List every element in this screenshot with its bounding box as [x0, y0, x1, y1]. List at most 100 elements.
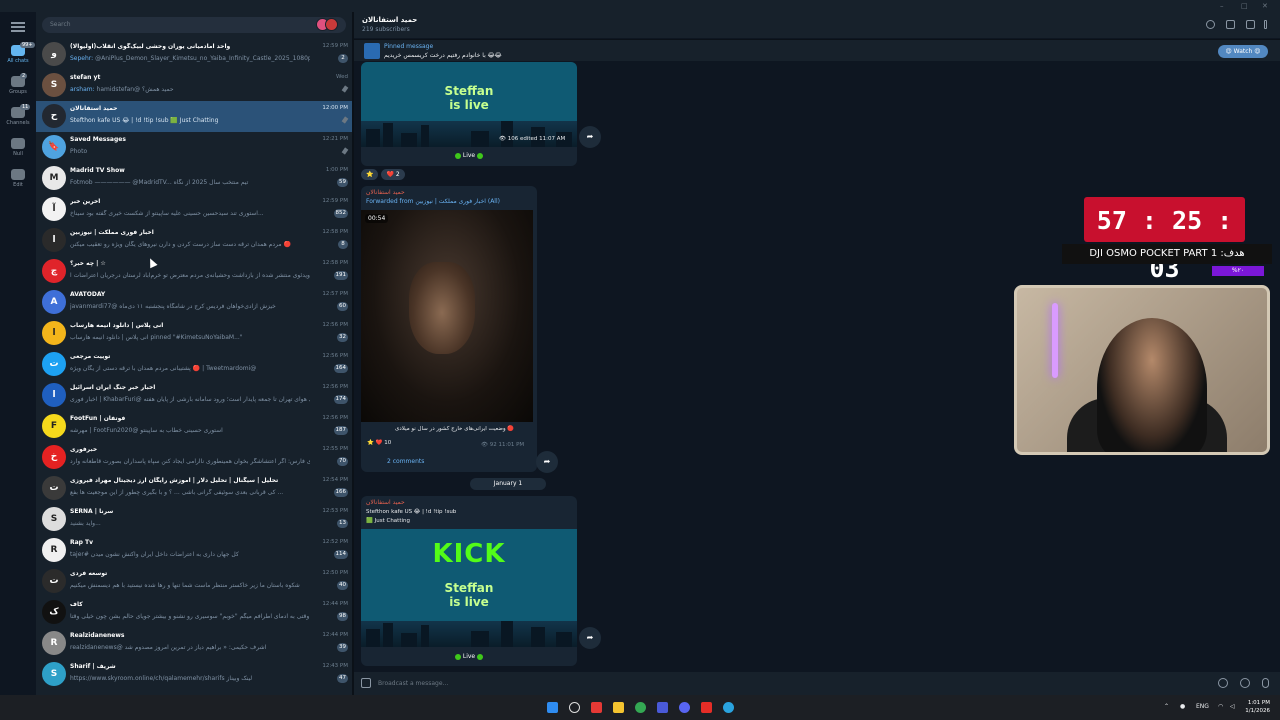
- youtube-icon[interactable]: [701, 702, 712, 713]
- menu-icon[interactable]: [11, 22, 25, 32]
- chat-list-item[interactable]: ت توسعه فردی شکوه باستان ما زیر خاکستر منت…: [36, 566, 352, 597]
- more-options-icon[interactable]: [1264, 20, 1267, 29]
- telegram-icon[interactable]: [723, 702, 734, 713]
- chat-avatar[interactable]: ا: [42, 383, 66, 407]
- channel-title[interactable]: حمید استفانالان: [362, 16, 417, 24]
- chat-avatar[interactable]: ک: [42, 600, 66, 624]
- chat-list-item[interactable]: S SERNA | سرنا واید بشنید... 12:53 PM 13: [36, 504, 352, 535]
- chat-list-item[interactable]: A AVATODAY javanmardi77@ خیزش آزادی‌خواهان…: [36, 287, 352, 318]
- composer-input[interactable]: Broadcast a message...: [378, 680, 448, 687]
- share-icon[interactable]: ➦: [536, 451, 558, 473]
- chat-list-item[interactable]: آ آخرین خبر استوری تند سید‌حسین حسینی علیه…: [36, 194, 352, 225]
- chat-list-item[interactable]: M Madrid TV Show Fotmob —————— @MadridTV..…: [36, 163, 352, 194]
- file-explorer-icon[interactable]: [613, 702, 624, 713]
- folder-groups[interactable]: 2 Groups: [0, 73, 36, 95]
- reaction-star[interactable]: ⭐: [361, 169, 379, 180]
- app-icon[interactable]: [657, 702, 668, 713]
- emoji-icon[interactable]: [1240, 678, 1250, 688]
- message-reactions[interactable]: ⭐ ❤️ 2: [361, 169, 408, 180]
- chat-list-item[interactable]: 🔖 Saved Messages Photo 12:21 PM: [36, 132, 352, 163]
- chat-avatar[interactable]: ت: [42, 352, 66, 376]
- chat-list-item[interactable]: ا اخبار فوری مملکت | نیوزبین مردم همدان تر…: [36, 225, 352, 256]
- folder-null[interactable]: Null: [0, 138, 36, 157]
- kick-preview-image[interactable]: Steffan is live 👁 106 edited 11:07 AM: [361, 62, 577, 147]
- chat-avatar[interactable]: و: [42, 42, 66, 66]
- forwarded-from[interactable]: Forwarded from اخبار فوری مملکت | نیوزبی…: [366, 198, 500, 205]
- chat-list-item[interactable]: F FootFun | فوتفان مهرشه | FootFun2020@ اس…: [36, 411, 352, 442]
- chat-avatar[interactable]: S: [42, 662, 66, 686]
- chat-list-item[interactable]: و واحد امادمیانی یوران وحشی لبیک‌گوی انقل…: [36, 39, 352, 70]
- reaction-heart[interactable]: ❤️ 2: [381, 169, 405, 180]
- comments-link[interactable]: 2 comments: [387, 458, 424, 465]
- wifi-icon[interactable]: ◠: [1218, 703, 1223, 710]
- folder-channels[interactable]: 11 Channels: [0, 104, 36, 126]
- chat-avatar[interactable]: M: [42, 166, 66, 190]
- discord-icon[interactable]: [679, 702, 690, 713]
- chat-list-item[interactable]: خ خبرفوری خبرگزاری فارس: اگر اعتشاشگر بخوا…: [36, 442, 352, 473]
- chat-avatar[interactable]: چ: [42, 259, 66, 283]
- chat-avatar[interactable]: آ: [42, 197, 66, 221]
- microphone-icon[interactable]: [1262, 678, 1269, 688]
- message-sender[interactable]: حمید استفانالان: [366, 499, 405, 506]
- chat-avatar[interactable]: ت: [42, 476, 66, 500]
- folder-edit[interactable]: Edit: [0, 169, 36, 188]
- chat-avatar[interactable]: R: [42, 538, 66, 562]
- stories-avatars[interactable]: [316, 18, 342, 32]
- microphone-icon[interactable]: ●: [1180, 703, 1185, 710]
- language-indicator[interactable]: ENG: [1196, 703, 1209, 710]
- chat-avatar[interactable]: خ: [42, 445, 66, 469]
- chat-avatar[interactable]: S: [42, 73, 66, 97]
- notification-bell-icon[interactable]: [1218, 678, 1228, 688]
- volume-icon[interactable]: ◁: [1230, 703, 1235, 710]
- system-clock[interactable]: 1:01 PM 1/1/2026: [1245, 699, 1270, 715]
- story-avatar[interactable]: [325, 18, 338, 31]
- share-icon[interactable]: ➦: [579, 126, 601, 148]
- chevron-up-icon[interactable]: ⌃: [1164, 703, 1169, 710]
- chat-avatar[interactable]: ا: [42, 228, 66, 252]
- maximize-button[interactable]: □: [1241, 2, 1248, 10]
- search-icon[interactable]: [569, 702, 580, 713]
- chat-list-item[interactable]: ا انی پلاس | دانلود انیمه هارساب انی پلاس …: [36, 318, 352, 349]
- chat-list-item[interactable]: R Realzidanenews realzidanenews@ اشرف حکیم…: [36, 628, 352, 659]
- chat-avatar[interactable]: ا: [42, 321, 66, 345]
- comments-icon[interactable]: [1226, 20, 1235, 29]
- chat-avatar[interactable]: ح: [42, 104, 66, 128]
- sidebar-toggle-icon[interactable]: [1246, 20, 1255, 29]
- chat-list-item[interactable]: ت توییت مرجعی پشتیبانی مردم همدان با ترقه …: [36, 349, 352, 380]
- chat-list-item[interactable]: Sstefan yt arsham: hamidstefan@ حمید همش؟…: [36, 70, 352, 101]
- chat-avatar[interactable]: ت: [42, 569, 66, 593]
- chat-avatar[interactable]: R: [42, 631, 66, 655]
- chat-avatar[interactable]: F: [42, 414, 66, 438]
- search-icon[interactable]: [1206, 20, 1215, 29]
- chat-list-item[interactable]: ح حمید استفانالان Stefthon kafe US 😂 | !d …: [36, 101, 352, 132]
- pinned-message-bar[interactable]: Pinned message با خانوادم رفتیم درخت کری…: [354, 39, 1280, 61]
- message-bubble[interactable]: Steffan is live 👁 106 edited 11:07 AM Li…: [361, 62, 577, 166]
- chat-list-item[interactable]: R Rap Tv tajer# کل جهان داری به اعتراضات د…: [36, 535, 352, 566]
- search-input[interactable]: Search: [42, 17, 346, 33]
- chat-list-item[interactable]: ت تحلیل | سیگنال | تحلیل دلار | آموزش رای…: [36, 473, 352, 504]
- chat-avatar[interactable]: A: [42, 290, 66, 314]
- share-icon[interactable]: ➦: [579, 627, 601, 649]
- kick-preview-image[interactable]: KICK Steffan is live: [361, 529, 577, 647]
- message-sender[interactable]: حمید استفانالان: [366, 189, 405, 196]
- message-composer[interactable]: Broadcast a message...: [354, 672, 1280, 695]
- chat-avatar[interactable]: 🔖: [42, 135, 66, 159]
- message-reactions[interactable]: ⭐ ❤️ 10: [367, 440, 391, 446]
- chat-list-item[interactable]: چ چه خبر؟ | ☆ ویدئوی منتشر شده از بازداشت …: [36, 256, 352, 287]
- message-bubble[interactable]: حمید استفانالان Stefthon kafe US 😂 | !d …: [361, 496, 577, 666]
- chat-list-item[interactable]: ا اخبار خبر جنگ ایران اسرائیل اخبار فوری |…: [36, 380, 352, 411]
- chat-avatar[interactable]: S: [42, 507, 66, 531]
- chrome-icon[interactable]: [635, 702, 646, 713]
- folder-all-chats[interactable]: 99+ All chats: [0, 42, 36, 64]
- close-button[interactable]: ✕: [1262, 2, 1268, 10]
- chat-list-item[interactable]: S Sharif | شریف https://www.skyroom.online…: [36, 659, 352, 690]
- video-player[interactable]: 00:54: [361, 210, 533, 422]
- windows-start-icon[interactable]: [547, 702, 558, 713]
- channel-header[interactable]: حمید استفانالان 219 subscribers: [354, 12, 1280, 38]
- watch-button[interactable]: 😍 Watch 😍: [1218, 45, 1268, 58]
- attach-icon[interactable]: [361, 678, 371, 688]
- app-icon[interactable]: [591, 702, 602, 713]
- minimize-button[interactable]: –: [1220, 2, 1224, 10]
- forwarded-message-bubble[interactable]: حمید استفانالان Forwarded from اخبار فور…: [361, 186, 537, 472]
- chat-list-item[interactable]: ک کاف کاش وقتی به آدمای اطرافم میگم "خوبم"…: [36, 597, 352, 628]
